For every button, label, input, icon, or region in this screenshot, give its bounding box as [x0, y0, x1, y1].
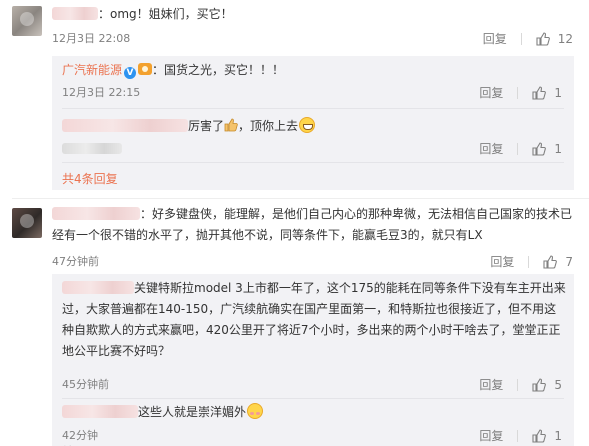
- grin-emoji-icon: [299, 117, 316, 133]
- reply-button[interactable]: 回复: [479, 427, 503, 444]
- reply-item: 广汽新能源 V ：国货之光，买它！！！ 12月3日 22:15 回复 1: [52, 56, 574, 112]
- comment-text: ：omg！姐妹们，买它！: [98, 7, 233, 21]
- reply-button[interactable]: 回复: [483, 30, 507, 47]
- thumbs-up-icon: [536, 31, 550, 46]
- reply-time: 45分钟前: [62, 378, 109, 391]
- shy-emoji-icon: [247, 403, 264, 419]
- like-count: 7: [565, 254, 573, 269]
- divider: [62, 398, 564, 399]
- reply-time: 12月3日 22:15: [62, 86, 141, 99]
- reply-item: 这些人就是崇洋媚外 42分钟前 回复 1: [52, 400, 574, 446]
- reply-text: 这些人就是崇洋媚外: [138, 405, 247, 419]
- like-count: 12: [557, 31, 573, 46]
- username-blurred[interactable]: [62, 281, 134, 294]
- divider: [517, 86, 519, 99]
- comment-time: 12月3日 22:08: [52, 32, 131, 45]
- username-blurred[interactable]: [52, 207, 140, 220]
- reply-text: 关键特斯拉model 3上市都一年了，这个175的能耗在同等条件下没有车主开出来…: [62, 281, 566, 358]
- reply-text: 厉害了: [188, 119, 225, 133]
- like-button[interactable]: 1: [532, 86, 562, 100]
- like-button[interactable]: 7: [543, 255, 573, 269]
- thumbs-up-icon: [224, 118, 238, 132]
- reply-button[interactable]: 回复: [479, 376, 503, 393]
- avatar[interactable]: [12, 208, 42, 238]
- like-count: 1: [554, 141, 562, 156]
- thumbs-up-icon: [532, 428, 547, 443]
- username-blurred[interactable]: [62, 405, 138, 418]
- username-blurred[interactable]: [52, 7, 98, 20]
- divider: [517, 429, 519, 442]
- reply-actions: 回复 1: [479, 140, 562, 157]
- reply-text: ：国货之光，买它！！！: [152, 63, 285, 77]
- comment-actions: 回复 7: [490, 253, 573, 270]
- reply-actions: 回复 5: [479, 376, 562, 393]
- verified-badge-icon: V: [124, 67, 137, 79]
- reply-body: 厉害了 ，顶你上去: [62, 116, 316, 137]
- reply-button[interactable]: 回复: [490, 253, 514, 270]
- reply-box: 广汽新能源 V ：国货之光，买它！！！ 12月3日 22:15 回复 1 厉害了 ，顶…: [52, 56, 574, 190]
- comment-item: ：omg！姐妹们，买它！ 12月3日 22:08 回复 12 广汽新能源 V ：国货…: [0, 0, 589, 200]
- divider: [12, 198, 589, 199]
- reply-time-blurred: [62, 142, 122, 155]
- like-count: 1: [554, 85, 562, 100]
- username-blurred[interactable]: [62, 119, 188, 132]
- expand-replies-link[interactable]: 共4条回复: [62, 170, 118, 187]
- reply-button[interactable]: 回复: [479, 84, 503, 101]
- like-count: 5: [554, 377, 562, 392]
- comment-body: ：好多键盘侠，能理解，是他们自己内心的那种卑微，无法相信自己国家的技术已经有一个…: [52, 204, 577, 246]
- thumbs-up-icon: [532, 85, 547, 100]
- divider: [62, 162, 564, 163]
- reply-text-tail: ，顶你上去: [238, 119, 299, 133]
- time-blurred: [62, 143, 122, 154]
- reply-time: 42分钟前: [62, 427, 107, 446]
- thumbs-up-icon: [543, 254, 558, 269]
- reply-time-text: 42分钟前: [62, 429, 98, 446]
- comment-time: 47分钟前: [52, 255, 99, 268]
- reply-body: 关键特斯拉model 3上市都一年了，这个175的能耗在同等条件下没有车主开出来…: [62, 278, 566, 362]
- reply-actions: 回复 1: [479, 84, 562, 101]
- comment-actions: 回复 12: [483, 30, 573, 47]
- divider: [517, 378, 519, 391]
- divider: [517, 142, 519, 155]
- reply-actions: 回复 1: [479, 427, 562, 444]
- thumbs-up-icon: [532, 377, 547, 392]
- like-button[interactable]: 12: [536, 32, 573, 46]
- reply-box: 关键特斯拉model 3上市都一年了，这个175的能耗在同等条件下没有车主开出来…: [52, 274, 574, 446]
- avatar[interactable]: [12, 6, 42, 36]
- reply-item: 关键特斯拉model 3上市都一年了，这个175的能耗在同等条件下没有车主开出来…: [52, 274, 574, 400]
- comment-item: ：好多键盘侠，能理解，是他们自己内心的那种卑微，无法相信自己国家的技术已经有一个…: [0, 200, 589, 446]
- divider: [62, 108, 564, 109]
- thumbs-up-icon: [532, 141, 547, 156]
- like-count: 1: [554, 428, 562, 443]
- reply-button[interactable]: 回复: [479, 140, 503, 157]
- like-button[interactable]: 1: [532, 142, 562, 156]
- reply-body: 广汽新能源 V ：国货之光，买它！！！: [62, 60, 284, 81]
- divider: [528, 255, 530, 268]
- divider: [520, 32, 522, 45]
- like-button[interactable]: 5: [532, 378, 562, 392]
- comment-body: ：omg！姐妹们，买它！: [52, 4, 233, 25]
- like-button[interactable]: 1: [532, 429, 562, 443]
- reply-username[interactable]: 广汽新能源: [62, 63, 122, 77]
- reply-body: 这些人就是崇洋媚外: [62, 402, 264, 423]
- vip-badge-icon: [138, 63, 153, 75]
- reply-item: 厉害了 ，顶你上去 回复 1: [52, 112, 574, 164]
